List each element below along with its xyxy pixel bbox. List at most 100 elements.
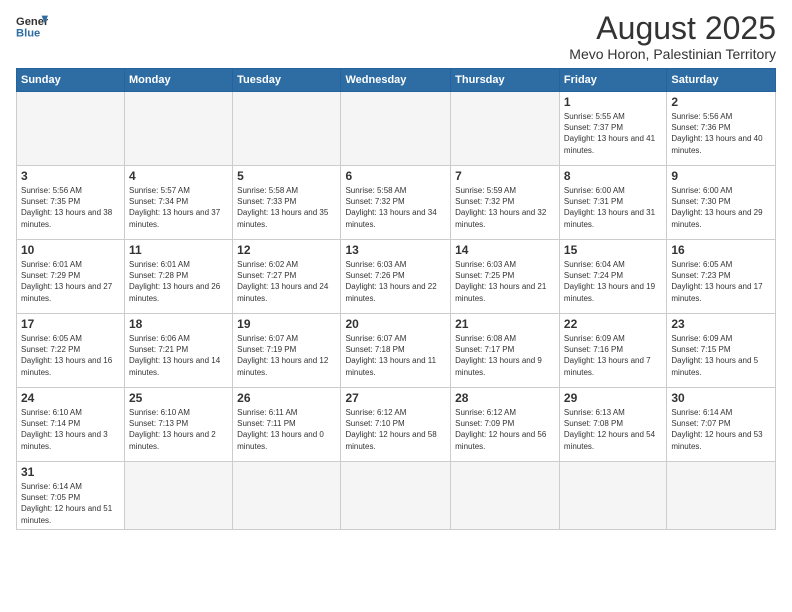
day-number: 18: [129, 317, 228, 331]
day-info: Sunrise: 5:59 AM Sunset: 7:32 PM Dayligh…: [455, 185, 555, 230]
day-info: Sunrise: 6:12 AM Sunset: 7:10 PM Dayligh…: [345, 407, 446, 452]
table-row: 19 Sunrise: 6:07 AM Sunset: 7:19 PM Dayli…: [233, 314, 341, 388]
day-info: Sunrise: 6:14 AM Sunset: 7:05 PM Dayligh…: [21, 481, 120, 526]
table-row: 21 Sunrise: 6:08 AM Sunset: 7:17 PM Dayli…: [451, 314, 560, 388]
day-info: Sunrise: 6:01 AM Sunset: 7:28 PM Dayligh…: [129, 259, 228, 304]
table-row: 24 Sunrise: 6:10 AM Sunset: 7:14 PM Dayli…: [17, 388, 125, 462]
table-row: 16 Sunrise: 6:05 AM Sunset: 7:23 PM Dayli…: [667, 240, 776, 314]
logo: General Blue: [16, 12, 48, 40]
calendar-week-row: 31 Sunrise: 6:14 AM Sunset: 7:05 PM Dayli…: [17, 462, 776, 530]
table-row: [341, 462, 451, 530]
table-row: 26Sunrise: 6:11 AM Sunset: 7:11 PM Dayli…: [233, 388, 341, 462]
day-number: 7: [455, 169, 555, 183]
col-saturday: Saturday: [667, 69, 776, 92]
calendar-week-row: 17 Sunrise: 6:05 AM Sunset: 7:22 PM Dayli…: [17, 314, 776, 388]
day-info: Sunrise: 6:10 AM Sunset: 7:14 PM Dayligh…: [21, 407, 120, 452]
day-number: 27: [345, 391, 446, 405]
day-number: 23: [671, 317, 771, 331]
day-number: 21: [455, 317, 555, 331]
calendar-week-row: 24 Sunrise: 6:10 AM Sunset: 7:14 PM Dayli…: [17, 388, 776, 462]
col-wednesday: Wednesday: [341, 69, 451, 92]
day-info: Sunrise: 6:05 AM Sunset: 7:23 PM Dayligh…: [671, 259, 771, 304]
day-number: 22: [564, 317, 662, 331]
day-info: Sunrise: 6:10 AM Sunset: 7:13 PM Dayligh…: [129, 407, 228, 452]
table-row: 31 Sunrise: 6:14 AM Sunset: 7:05 PM Dayli…: [17, 462, 125, 530]
svg-text:Blue: Blue: [16, 27, 40, 39]
day-info: Sunrise: 6:00 AM Sunset: 7:31 PM Dayligh…: [564, 185, 662, 230]
day-info: Sunrise: 6:02 AM Sunset: 7:27 PM Dayligh…: [237, 259, 336, 304]
calendar-table: Sunday Monday Tuesday Wednesday Thursday…: [16, 68, 776, 530]
table-row: [451, 462, 560, 530]
table-row: 29Sunrise: 6:13 AM Sunset: 7:08 PM Dayli…: [559, 388, 666, 462]
day-number: 16: [671, 243, 771, 257]
table-row: [451, 92, 560, 166]
table-row: [667, 462, 776, 530]
table-row: 6Sunrise: 5:58 AM Sunset: 7:32 PM Daylig…: [341, 166, 451, 240]
day-number: 2: [671, 95, 771, 109]
table-row: 9 Sunrise: 6:00 AM Sunset: 7:30 PM Daylig…: [667, 166, 776, 240]
table-row: 23Sunrise: 6:09 AM Sunset: 7:15 PM Dayli…: [667, 314, 776, 388]
day-number: 25: [129, 391, 228, 405]
day-number: 19: [237, 317, 336, 331]
day-number: 9: [671, 169, 771, 183]
day-info: Sunrise: 6:08 AM Sunset: 7:17 PM Dayligh…: [455, 333, 555, 378]
day-info: Sunrise: 6:05 AM Sunset: 7:22 PM Dayligh…: [21, 333, 120, 378]
day-info: Sunrise: 5:55 AM Sunset: 7:37 PM Dayligh…: [564, 111, 662, 156]
table-row: 4Sunrise: 5:57 AM Sunset: 7:34 PM Daylig…: [125, 166, 233, 240]
table-row: [559, 462, 666, 530]
table-row: 5 Sunrise: 5:58 AM Sunset: 7:33 PM Daylig…: [233, 166, 341, 240]
table-row: [341, 92, 451, 166]
day-info: Sunrise: 5:58 AM Sunset: 7:32 PM Dayligh…: [345, 185, 446, 230]
page-header: General Blue August 2025 Mevo Horon, Pal…: [16, 12, 776, 62]
day-info: Sunrise: 6:06 AM Sunset: 7:21 PM Dayligh…: [129, 333, 228, 378]
month-title: August 2025: [569, 12, 776, 44]
day-number: 20: [345, 317, 446, 331]
day-number: 5: [237, 169, 336, 183]
day-info: Sunrise: 6:12 AM Sunset: 7:09 PM Dayligh…: [455, 407, 555, 452]
table-row: 15Sunrise: 6:04 AM Sunset: 7:24 PM Dayli…: [559, 240, 666, 314]
table-row: [125, 462, 233, 530]
day-info: Sunrise: 5:56 AM Sunset: 7:36 PM Dayligh…: [671, 111, 771, 156]
day-number: 1: [564, 95, 662, 109]
day-number: 29: [564, 391, 662, 405]
day-number: 14: [455, 243, 555, 257]
table-row: 12Sunrise: 6:02 AM Sunset: 7:27 PM Dayli…: [233, 240, 341, 314]
table-row: 8Sunrise: 6:00 AM Sunset: 7:31 PM Daylig…: [559, 166, 666, 240]
day-number: 24: [21, 391, 120, 405]
col-friday: Friday: [559, 69, 666, 92]
col-thursday: Thursday: [451, 69, 560, 92]
day-number: 4: [129, 169, 228, 183]
table-row: 2 Sunrise: 5:56 AM Sunset: 7:36 PM Daylig…: [667, 92, 776, 166]
day-info: Sunrise: 6:01 AM Sunset: 7:29 PM Dayligh…: [21, 259, 120, 304]
day-info: Sunrise: 6:04 AM Sunset: 7:24 PM Dayligh…: [564, 259, 662, 304]
day-info: Sunrise: 5:56 AM Sunset: 7:35 PM Dayligh…: [21, 185, 120, 230]
calendar-week-row: 3Sunrise: 5:56 AM Sunset: 7:35 PM Daylig…: [17, 166, 776, 240]
day-number: 17: [21, 317, 120, 331]
table-row: [17, 92, 125, 166]
table-row: 20 Sunrise: 6:07 AM Sunset: 7:18 PM Dayli…: [341, 314, 451, 388]
day-info: Sunrise: 6:07 AM Sunset: 7:18 PM Dayligh…: [345, 333, 446, 378]
day-info: Sunrise: 6:03 AM Sunset: 7:25 PM Dayligh…: [455, 259, 555, 304]
day-info: Sunrise: 6:09 AM Sunset: 7:16 PM Dayligh…: [564, 333, 662, 378]
day-number: 31: [21, 465, 120, 479]
location-title: Mevo Horon, Palestinian Territory: [569, 46, 776, 62]
title-area: August 2025 Mevo Horon, Palestinian Terr…: [569, 12, 776, 62]
col-tuesday: Tuesday: [233, 69, 341, 92]
table-row: 18 Sunrise: 6:06 AM Sunset: 7:21 PM Dayli…: [125, 314, 233, 388]
day-info: Sunrise: 5:58 AM Sunset: 7:33 PM Dayligh…: [237, 185, 336, 230]
table-row: 30Sunrise: 6:14 AM Sunset: 7:07 PM Dayli…: [667, 388, 776, 462]
table-row: 10Sunrise: 6:01 AM Sunset: 7:29 PM Dayli…: [17, 240, 125, 314]
table-row: 28 Sunrise: 6:12 AM Sunset: 7:09 PM Dayli…: [451, 388, 560, 462]
table-row: 11 Sunrise: 6:01 AM Sunset: 7:28 PM Dayli…: [125, 240, 233, 314]
col-sunday: Sunday: [17, 69, 125, 92]
table-row: [233, 462, 341, 530]
day-info: Sunrise: 6:00 AM Sunset: 7:30 PM Dayligh…: [671, 185, 771, 230]
day-number: 13: [345, 243, 446, 257]
day-info: Sunrise: 6:07 AM Sunset: 7:19 PM Dayligh…: [237, 333, 336, 378]
table-row: 27 Sunrise: 6:12 AM Sunset: 7:10 PM Dayli…: [341, 388, 451, 462]
day-number: 11: [129, 243, 228, 257]
day-number: 28: [455, 391, 555, 405]
table-row: 13Sunrise: 6:03 AM Sunset: 7:26 PM Dayli…: [341, 240, 451, 314]
table-row: 7 Sunrise: 5:59 AM Sunset: 7:32 PM Daylig…: [451, 166, 560, 240]
table-row: 22 Sunrise: 6:09 AM Sunset: 7:16 PM Dayli…: [559, 314, 666, 388]
